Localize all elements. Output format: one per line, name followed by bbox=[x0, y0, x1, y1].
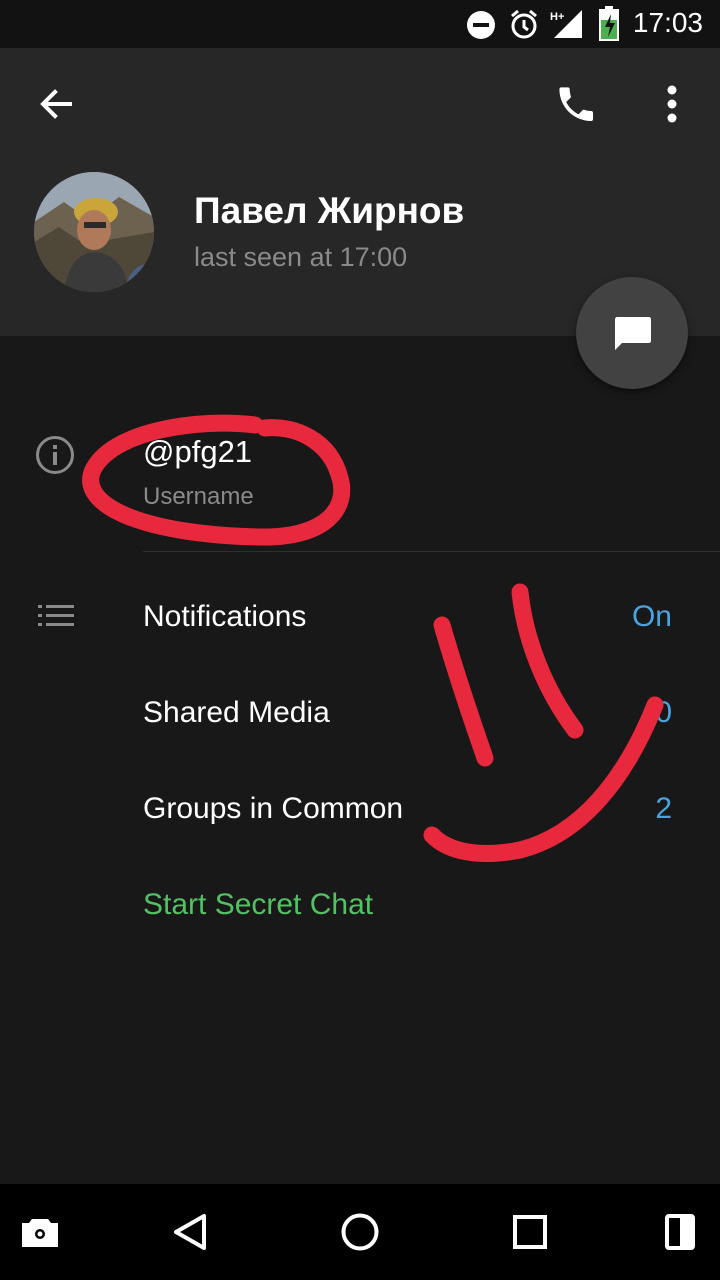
start-secret-chat-label: Start Secret Chat bbox=[143, 888, 374, 921]
divider bbox=[143, 551, 720, 552]
signal-h-plus-icon: H+ bbox=[550, 10, 582, 38]
avatar[interactable] bbox=[34, 172, 154, 292]
back-arrow-icon bbox=[40, 89, 72, 119]
shared-media-row[interactable]: Shared Media 0 bbox=[0, 664, 720, 760]
message-icon bbox=[615, 317, 651, 350]
notifications-value: On bbox=[631, 600, 672, 633]
screenshot-button[interactable] bbox=[0, 1184, 88, 1280]
phone-icon bbox=[559, 87, 594, 122]
groups-in-common-row[interactable]: Groups in Common 2 bbox=[0, 760, 720, 856]
notifications-label: Notifications bbox=[143, 600, 307, 633]
split-screen-icon bbox=[665, 1214, 695, 1250]
recents-square-icon bbox=[513, 1215, 547, 1249]
last-seen-status: last seen at 17:00 bbox=[194, 242, 408, 272]
battery-charging-icon bbox=[599, 6, 619, 41]
home-circle-icon bbox=[341, 1213, 379, 1251]
username-label: Username bbox=[143, 483, 254, 510]
screenshot-camera-icon bbox=[22, 1219, 58, 1247]
alarm-icon bbox=[511, 9, 537, 39]
groups-in-common-label: Groups in Common bbox=[143, 792, 404, 825]
status-time: 17:03 bbox=[632, 7, 703, 38]
back-triangle-icon bbox=[174, 1214, 206, 1250]
send-message-button[interactable] bbox=[576, 277, 688, 389]
username-value[interactable]: @pfg21 bbox=[143, 434, 252, 470]
do-not-disturb-icon bbox=[467, 11, 495, 39]
info-icon bbox=[36, 436, 74, 474]
svg-text:H+: H+ bbox=[550, 11, 564, 23]
list-icon bbox=[38, 605, 74, 626]
split-screen-button[interactable] bbox=[632, 1184, 720, 1280]
groups-in-common-count: 2 bbox=[655, 792, 672, 825]
shared-media-label: Shared Media bbox=[143, 696, 330, 729]
notifications-row[interactable]: Notifications On bbox=[0, 568, 720, 664]
nav-back-button[interactable] bbox=[142, 1184, 238, 1280]
nav-recents-button[interactable] bbox=[482, 1184, 578, 1280]
contact-name: Павел Жирнов bbox=[194, 190, 465, 231]
more-vertical-icon bbox=[667, 85, 677, 123]
navigation-bar bbox=[0, 1184, 720, 1280]
status-bar: H+ 17:03 bbox=[0, 0, 720, 48]
back-button[interactable] bbox=[28, 76, 84, 132]
shared-media-count: 0 bbox=[655, 696, 672, 729]
more-options-button[interactable] bbox=[646, 76, 698, 132]
start-secret-chat-row[interactable]: Start Secret Chat bbox=[0, 856, 720, 952]
nav-home-button[interactable] bbox=[312, 1184, 408, 1280]
call-button[interactable] bbox=[548, 76, 604, 132]
